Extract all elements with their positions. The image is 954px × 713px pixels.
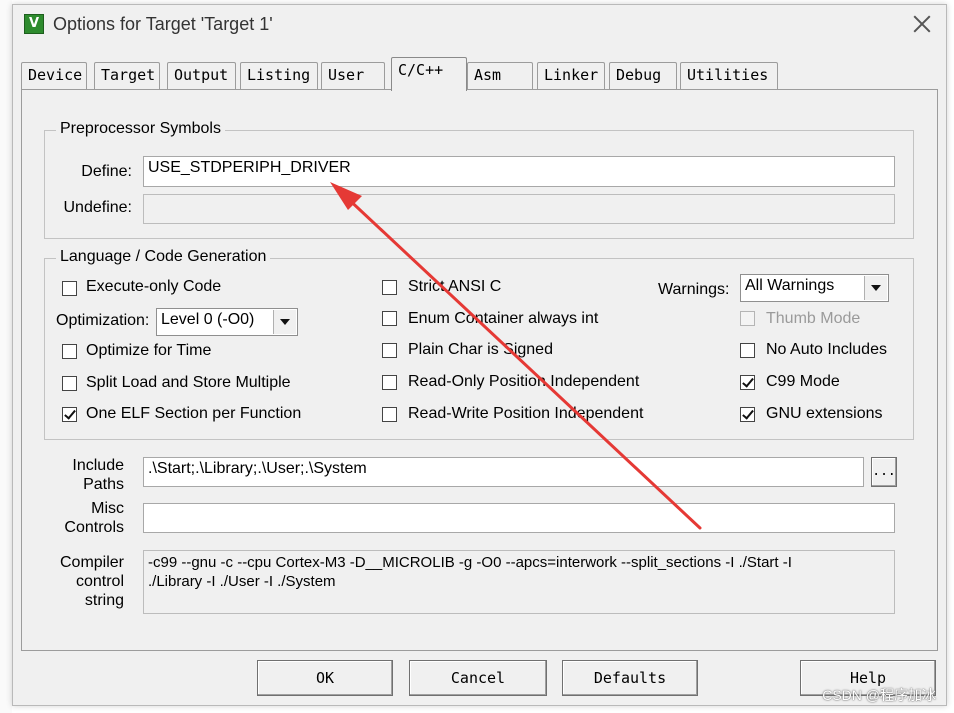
- no-auto-includes-label: No Auto Includes: [766, 341, 887, 358]
- compiler-label-line1: Compiler: [59, 554, 124, 571]
- gnu-extensions-checkbox[interactable]: [740, 407, 755, 422]
- tab-user[interactable]: User: [321, 62, 385, 89]
- compiler-label-line3: string: [84, 592, 124, 609]
- ok-button[interactable]: OK: [257, 660, 393, 696]
- undefine-label: Undefine:: [63, 199, 133, 216]
- compiler-string-line1: -c99 --gnu -c --cpu Cortex-M3 -D__MICROL…: [148, 554, 792, 571]
- title-bar: V Options for Target 'Target 1': [13, 5, 946, 45]
- chevron-down-icon[interactable]: [273, 310, 296, 334]
- include-label-line2: Paths: [83, 476, 124, 493]
- defaults-button[interactable]: Defaults: [562, 660, 698, 696]
- include-paths-input[interactable]: .\Start;.\Library;.\User;.\System: [143, 457, 864, 487]
- tab-utilities[interactable]: Utilities: [680, 62, 778, 89]
- optimize-time-label: Optimize for Time: [86, 342, 212, 359]
- optimize-time-checkbox[interactable]: [62, 344, 77, 359]
- warnings-value: All Warnings: [745, 277, 835, 294]
- split-load-checkbox[interactable]: [62, 376, 77, 391]
- tab-asm[interactable]: Asm: [467, 62, 533, 89]
- misc-controls-input[interactable]: [143, 503, 895, 533]
- tab-linker[interactable]: Linker: [537, 62, 605, 89]
- c-cpp-tab-panel: Preprocessor Symbols Define: USE_STDPERI…: [21, 89, 938, 651]
- optimization-value: Level 0 (-O0): [161, 311, 255, 328]
- undefine-input[interactable]: [143, 194, 895, 224]
- one-elf-checkbox[interactable]: [62, 407, 77, 422]
- gnu-extensions-label: GNU extensions: [766, 405, 883, 422]
- warnings-label: Warnings:: [658, 281, 730, 298]
- c99-mode-checkbox[interactable]: [740, 375, 755, 390]
- compiler-label-line2: control: [75, 573, 124, 590]
- compiler-string-line2: ./Library -I ./User -I ./System: [148, 573, 336, 590]
- define-input[interactable]: USE_STDPERIPH_DRIVER: [143, 156, 895, 187]
- c99-mode-label: C99 Mode: [766, 373, 840, 390]
- thumb-mode-label: Thumb Mode: [766, 310, 861, 327]
- enum-container-checkbox[interactable]: [382, 311, 397, 326]
- enum-container-label: Enum Container always int: [408, 310, 599, 327]
- chevron-down-icon[interactable]: [864, 276, 887, 300]
- tab-target[interactable]: Target: [94, 62, 160, 89]
- rw-pi-label: Read-Write Position Independent: [408, 405, 644, 422]
- tab-output[interactable]: Output: [167, 62, 236, 89]
- misc-label-line2: Controls: [64, 519, 124, 536]
- cancel-button[interactable]: Cancel: [409, 660, 547, 696]
- rw-pi-checkbox[interactable]: [382, 407, 397, 422]
- keil-uvision-icon: V: [24, 14, 44, 34]
- optimization-select[interactable]: Level 0 (-O0): [156, 308, 298, 336]
- close-icon[interactable]: [911, 13, 933, 35]
- include-label-line1: Include: [72, 457, 124, 474]
- tab-c-cpp[interactable]: C/C++: [391, 57, 467, 91]
- options-dialog: V Options for Target 'Target 1' Device T…: [12, 4, 947, 706]
- strict-ansi-checkbox[interactable]: [382, 280, 397, 295]
- execute-only-checkbox[interactable]: [62, 281, 77, 296]
- execute-only-label: Execute-only Code: [86, 278, 222, 295]
- window-title: Options for Target 'Target 1': [53, 14, 273, 34]
- tab-debug[interactable]: Debug: [609, 62, 677, 89]
- watermark: CSDN @程序加冰: [822, 687, 936, 703]
- compiler-string-label: Compiler control string: [42, 553, 124, 610]
- ro-pi-checkbox[interactable]: [382, 375, 397, 390]
- tab-listing[interactable]: Listing: [240, 62, 318, 89]
- thumb-mode-checkbox: [740, 311, 755, 326]
- strict-ansi-label: Strict ANSI C: [408, 278, 502, 295]
- include-paths-label: Include Paths: [52, 456, 124, 494]
- define-label: Define:: [81, 163, 132, 180]
- language-group-label: Language / Code Generation: [56, 248, 271, 266]
- warnings-select[interactable]: All Warnings: [740, 274, 889, 302]
- one-elf-label: One ELF Section per Function: [86, 405, 302, 422]
- plain-char-checkbox[interactable]: [382, 343, 397, 358]
- split-load-label: Split Load and Store Multiple: [86, 374, 291, 391]
- preprocessor-group-label: Preprocessor Symbols: [56, 120, 225, 138]
- browse-include-button[interactable]: ...: [871, 457, 897, 487]
- ro-pi-label: Read-Only Position Independent: [408, 373, 640, 390]
- compiler-control-string: -c99 --gnu -c --cpu Cortex-M3 -D__MICROL…: [143, 550, 895, 614]
- misc-controls-label: Misc Controls: [52, 499, 124, 537]
- tab-device[interactable]: Device: [21, 62, 87, 89]
- background-editor-edge: [0, 0, 12, 713]
- no-auto-includes-checkbox[interactable]: [740, 343, 755, 358]
- misc-label-line1: Misc: [91, 500, 124, 517]
- optimization-label: Optimization:: [56, 312, 150, 329]
- plain-char-label: Plain Char is Signed: [408, 341, 553, 358]
